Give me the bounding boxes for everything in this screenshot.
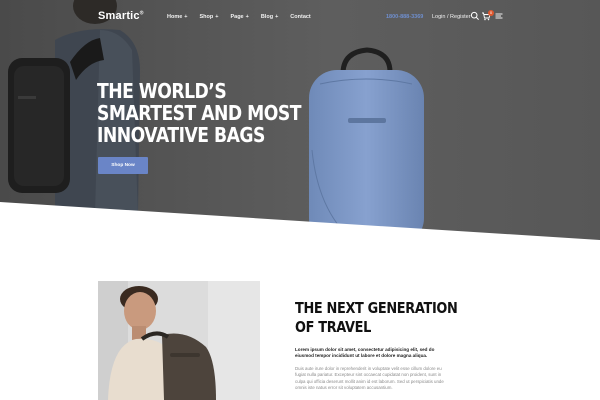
menu-item-page[interactable]: Page + [230,14,248,20]
plus-icon: + [215,14,219,20]
plus-icon: + [275,14,279,20]
menu-item-label: Blog [260,14,274,20]
top-navigation: Smartic® Home + Shop + Page + Blog + Con… [0,0,600,34]
feature-body-text: Duis aute irure dolor in reprehenderit i… [295,366,444,391]
menu-item-home[interactable]: Home + [167,14,188,20]
hero-title: THE WORLD’S SMARTEST AND MOST INNOVATIVE… [97,79,301,147]
menu-item-label: Home [167,14,183,20]
feature-title-line: OF TRAVEL [295,318,372,336]
feature-title: THE NEXT GENERATION OF TRAVEL [295,299,458,337]
search-icon[interactable] [470,11,480,21]
logo-mark: ® [139,10,144,17]
menu-icon[interactable] [494,11,504,21]
menu-item-contact[interactable]: Contact [290,14,310,20]
main-menu: Home + Shop + Page + Blog + Contact [167,14,311,20]
feature-model-image [98,281,260,400]
phone-number[interactable]: 1800-888-3369 [386,14,423,20]
menu-item-label: Contact [290,14,311,20]
plus-icon: + [245,14,249,20]
hero-title-line: SMARTEST AND MOST [97,101,301,125]
feature-title-line: THE NEXT GENERATION [295,299,458,317]
shop-now-button[interactable]: Shop Now [98,157,148,174]
menu-item-blog[interactable]: Blog + [261,14,278,20]
feature-lead-text: Lorem ipsum dolor sit amet, consectetur … [295,347,435,359]
menu-item-label: Page [230,14,244,20]
menu-item-label: Shop [199,14,214,20]
menu-item-shop[interactable]: Shop + [200,14,219,20]
logo-text: Smartic [98,10,140,22]
site-logo[interactable]: Smartic® [98,10,144,22]
plus-icon: + [184,14,188,20]
hero-title-line: INNOVATIVE BAGS [97,123,265,147]
hero-title-line: THE WORLD’S [97,79,227,103]
login-register-link[interactable]: Login / Register [432,14,471,20]
